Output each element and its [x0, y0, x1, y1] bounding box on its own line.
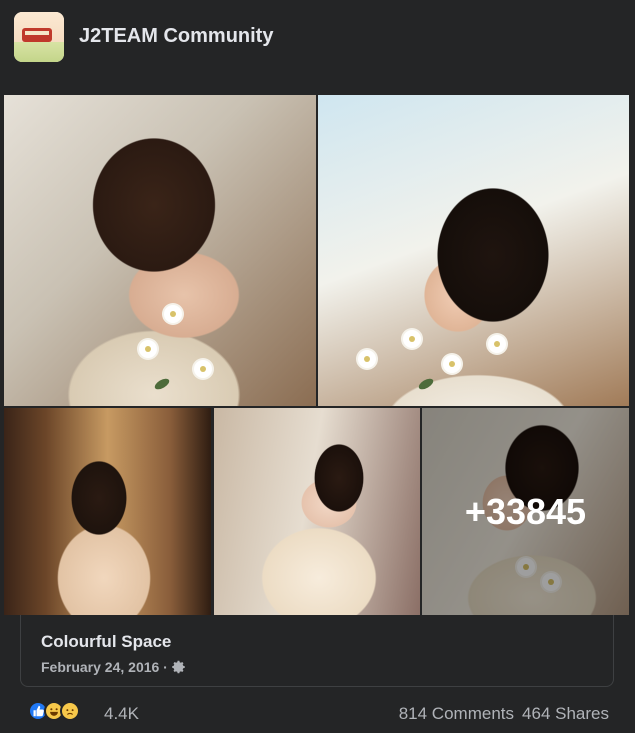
photo-2[interactable] — [318, 95, 629, 406]
post-card: J2TEAM Community . +33845 Colourful Spac… — [0, 0, 635, 733]
photo-5[interactable]: +33845 — [422, 408, 629, 615]
flower-icon — [403, 330, 421, 348]
post-footer: 4.4K 814 Comments 464 Shares — [0, 695, 635, 733]
avatar-grass — [14, 42, 64, 62]
link-preview[interactable]: Colourful Space February 24, 2016 · — [20, 615, 614, 687]
comments-count[interactable]: 814 Comments — [399, 704, 514, 724]
gear-icon — [172, 660, 186, 674]
link-title[interactable]: Colourful Space — [41, 632, 171, 652]
post-date[interactable]: February 24, 2016 · — [41, 659, 168, 675]
bus-icon — [22, 28, 52, 42]
flower-icon — [358, 350, 376, 368]
photo-1[interactable] — [4, 95, 316, 406]
group-avatar[interactable] — [14, 12, 64, 62]
group-name[interactable]: J2TEAM Community — [79, 25, 273, 48]
flower-icon — [139, 340, 157, 358]
flower-icon — [488, 335, 506, 353]
reactions[interactable] — [28, 701, 80, 721]
clipped-caption-text: . — [440, 66, 444, 76]
sad-icon — [60, 701, 80, 721]
photo-3[interactable] — [4, 408, 211, 615]
link-meta: February 24, 2016 · — [41, 659, 186, 675]
post-header: J2TEAM Community . — [0, 0, 635, 76]
shares-count[interactable]: 464 Shares — [522, 704, 609, 724]
flower-icon — [443, 355, 461, 373]
photo-4[interactable] — [214, 408, 420, 615]
flower-icon — [164, 305, 182, 323]
more-photos-count[interactable]: +33845 — [422, 408, 629, 615]
reaction-count[interactable]: 4.4K — [104, 704, 139, 724]
flower-icon — [194, 360, 212, 378]
clipped-caption: . — [0, 62, 635, 76]
leaf-icon — [153, 376, 171, 392]
leaf-icon — [417, 376, 435, 392]
